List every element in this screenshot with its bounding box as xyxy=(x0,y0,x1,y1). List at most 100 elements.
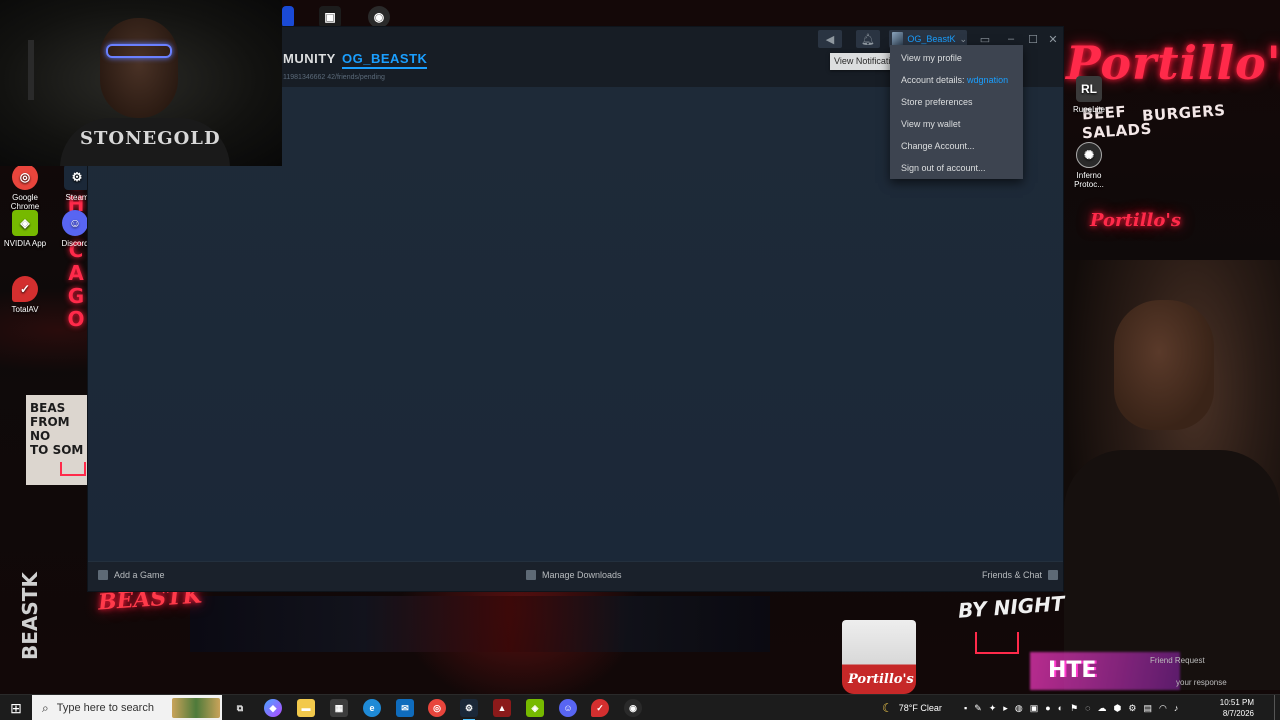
ghost-notification-text: your response xyxy=(1176,678,1227,687)
mail-icon: ✉ xyxy=(401,702,409,713)
game-button[interactable]: ▲ xyxy=(493,699,511,717)
start-button[interactable]: ⊞ xyxy=(0,695,32,720)
menu-item-label: Account details: xyxy=(901,75,968,85)
tray-app-icon[interactable]: ⬢ xyxy=(1114,703,1122,714)
tray-app-icon[interactable]: ☁ xyxy=(1098,703,1107,714)
megaphone-icon: ◀ xyxy=(825,33,835,46)
chrome-icon: ◎ xyxy=(12,164,38,190)
desktop-icon-label: Google Chrome xyxy=(10,193,40,211)
chicago-letter: G xyxy=(67,284,85,308)
tray-app-icon[interactable]: ✦ xyxy=(989,703,997,714)
roblox-icon[interactable]: ▣ xyxy=(319,6,341,28)
notifications-tooltip: View Notifications xyxy=(830,53,892,70)
nav-community-tab[interactable]: MUNITY xyxy=(283,51,336,66)
desktop-icon-label: TotalAV xyxy=(11,305,39,314)
nav-username-tab[interactable]: OG_BEASTK xyxy=(342,51,428,69)
maximize-button[interactable]: ☐ xyxy=(1024,30,1042,48)
chicago-letter: O xyxy=(67,307,85,331)
folder-icon: ▬ xyxy=(301,703,311,713)
manage-downloads-button[interactable]: Manage Downloads xyxy=(526,570,622,580)
desktop-icon-nvidia[interactable]: ◈ NVIDIA App xyxy=(0,210,50,248)
system-tray: ▪ ✎ ✦ ▸ ◍ ▣ ● ◐ ⚑ ◌ ☁ ⬢ ⚙ ▤ ◠ ♪ xyxy=(964,695,1178,720)
minimize-icon: – xyxy=(1007,33,1015,45)
app-icon[interactable] xyxy=(282,6,294,28)
windows-taskbar: ⊞ ⌕ Type here to search ⧉ ◆ ▬ ▦ e ✉ ◎ ⚙ … xyxy=(0,694,1280,720)
weather-widget[interactable]: ☾ 78°F Clear xyxy=(882,695,942,720)
add-game-button[interactable]: Add a Game xyxy=(98,570,165,580)
crown-icon xyxy=(60,462,86,476)
friends-chat-button[interactable]: Friends & Chat xyxy=(982,570,1059,580)
plus-icon xyxy=(98,570,108,580)
wallpaper-monitors xyxy=(190,596,770,652)
desktop-icon-label: RuneLite xyxy=(1072,105,1106,114)
tray-app-icon[interactable]: ▪ xyxy=(964,703,967,713)
store-icon: ▦ xyxy=(334,702,344,713)
page-url: 11981346662 42/friends/pending xyxy=(283,74,385,81)
account-dropdown-menu: View my profile Account details: wdgnati… xyxy=(890,45,1023,179)
chevron-down-icon: ⌄ xyxy=(959,33,967,44)
tray-app-icon[interactable]: ▤ xyxy=(1143,703,1152,714)
store-button[interactable]: ▦ xyxy=(330,699,348,717)
task-view-button[interactable]: ⧉ xyxy=(231,699,249,717)
nvidia-icon: ◈ xyxy=(12,210,38,236)
tray-app-icon[interactable]: ✎ xyxy=(974,703,982,714)
menu-item-view-wallet[interactable]: View my wallet xyxy=(890,113,1023,135)
chrome-button[interactable]: ◎ xyxy=(428,699,446,717)
copilot-button[interactable]: ◆ xyxy=(264,699,282,717)
menu-word: SALADS xyxy=(1081,119,1153,143)
tray-app-icon[interactable]: ▸ xyxy=(1003,703,1008,714)
desktop-icon-totalav[interactable]: ✓ TotalAV xyxy=(0,276,50,314)
show-desktop-button[interactable] xyxy=(1274,695,1280,720)
tray-app-icon[interactable]: ● xyxy=(1045,703,1050,713)
desktop-icon-chrome[interactable]: ◎ Google Chrome xyxy=(0,164,50,211)
desktop-icon-inferno[interactable]: ✺ Inferno Protoc... xyxy=(1064,142,1114,189)
wallpaper-beastk-vertical: BEASTK xyxy=(18,572,42,660)
tray-app-icon[interactable]: ▣ xyxy=(1030,703,1039,714)
announcements-button[interactable]: ◀ xyxy=(818,30,842,48)
crown-icon xyxy=(975,632,1019,654)
steam-taskbar-button[interactable]: ⚙ xyxy=(460,699,478,720)
tray-app-icon[interactable]: ⚙ xyxy=(1128,703,1136,714)
bell-icon: 🔔︎ xyxy=(861,33,875,46)
discord-icon: ☺ xyxy=(563,703,573,713)
discord-button[interactable]: ☺ xyxy=(559,699,577,717)
runelite-icon: RL xyxy=(1076,76,1102,102)
obs-icon[interactable]: ◉ xyxy=(368,6,390,28)
download-icon xyxy=(526,570,536,580)
menu-item-store-preferences[interactable]: Store preferences xyxy=(890,91,1023,113)
menu-item-change-account[interactable]: Change Account... xyxy=(890,135,1023,157)
wifi-icon[interactable]: ◠ xyxy=(1159,703,1167,714)
totalav-button[interactable]: ✓ xyxy=(591,699,609,717)
obs-button[interactable]: ◉ xyxy=(624,699,642,717)
volume-icon[interactable]: ♪ xyxy=(1174,703,1179,713)
close-button[interactable]: ✕ xyxy=(1044,30,1062,48)
chrome-icon: ◎ xyxy=(433,702,441,713)
tray-app-icon[interactable]: ◍ xyxy=(1015,703,1023,714)
glasses xyxy=(106,44,172,58)
clock-time: 10:51 PM xyxy=(1219,698,1254,707)
notifications-button[interactable]: 🔔︎ xyxy=(856,30,880,48)
edge-button[interactable]: e xyxy=(363,699,381,717)
avatar xyxy=(892,32,904,46)
menu-item-sign-out[interactable]: Sign out of account... xyxy=(890,157,1023,179)
menu-item-account-details[interactable]: Account details: wdgnation xyxy=(890,69,1023,91)
search-placeholder: Type here to search xyxy=(56,702,154,714)
totalav-icon: ✓ xyxy=(12,276,38,302)
microphone xyxy=(28,40,34,100)
manage-downloads-label: Manage Downloads xyxy=(542,570,622,580)
tray-app-icon[interactable]: ◐ xyxy=(1058,703,1063,713)
windows-icon: ⊞ xyxy=(10,699,22,716)
nvidia-button[interactable]: ◈ xyxy=(526,699,544,717)
menu-item-view-profile[interactable]: View my profile xyxy=(890,47,1023,69)
file-explorer-button[interactable]: ▬ xyxy=(297,699,315,717)
taskbar-clock[interactable]: 10:51 PM 8/7/2026 xyxy=(1204,697,1254,719)
streamer-face xyxy=(100,18,178,118)
search-icon: ⌕ xyxy=(42,700,49,715)
tray-app-icon[interactable]: ◌ xyxy=(1085,703,1090,713)
mail-button[interactable]: ✉ xyxy=(396,699,414,717)
desktop-icon-runelite[interactable]: RL RuneLite xyxy=(1064,76,1114,114)
wallpaper-portillos-small: Portillo's xyxy=(1090,210,1182,231)
nvidia-icon: ◈ xyxy=(531,702,539,713)
menu-item-label: View my wallet xyxy=(901,119,961,129)
tray-app-icon[interactable]: ⚑ xyxy=(1070,703,1078,714)
